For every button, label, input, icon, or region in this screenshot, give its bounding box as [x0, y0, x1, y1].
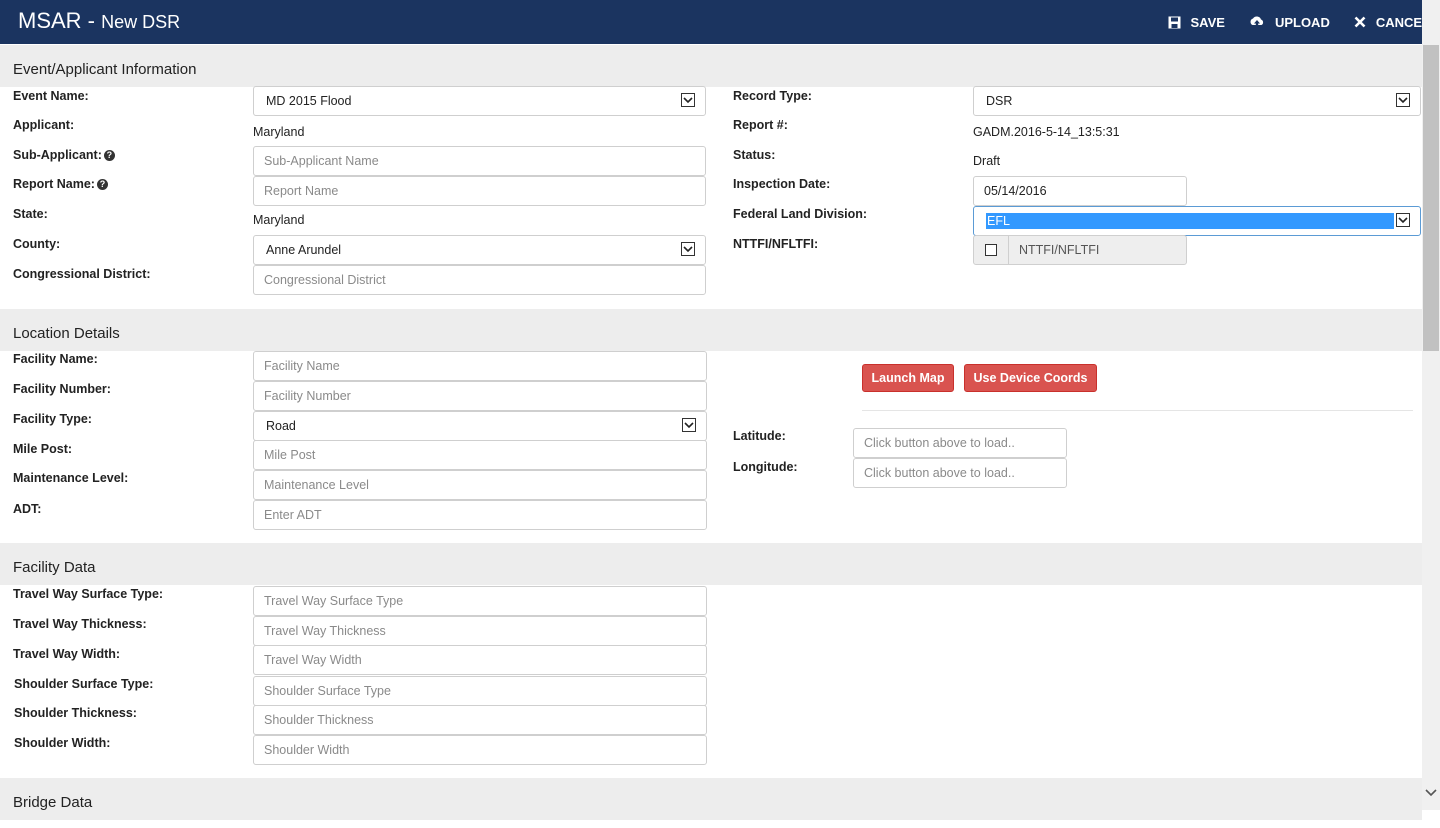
maintenance-level-label: Maintenance Level: — [13, 471, 128, 485]
federal-land-division-select[interactable]: EFL — [973, 206, 1421, 236]
shoulder-width-label: Shoulder Width: — [14, 736, 110, 750]
sub-applicant-label: Sub-Applicant: — [13, 148, 102, 162]
county-label: County: — [13, 237, 60, 251]
report-name-label-wrap: Report Name:? — [13, 177, 108, 191]
mile-post-label: Mile Post: — [13, 442, 72, 456]
save-label: SAVE — [1191, 15, 1225, 30]
record-type-select[interactable]: DSR — [973, 86, 1421, 116]
chevron-down-icon — [681, 242, 695, 256]
facility-name-label: Facility Name: — [13, 352, 98, 366]
federal-land-division-value: EFL — [986, 213, 1394, 229]
coords-divider — [862, 410, 1413, 411]
nttfi-check-label: NTTFI/NFLTFI — [1009, 236, 1099, 264]
longitude-label: Longitude: — [733, 460, 798, 474]
nttfi-checkbox[interactable] — [985, 244, 997, 256]
shoulder-thickness-label: Shoulder Thickness: — [14, 706, 137, 720]
location-section-header: Location Details — [0, 309, 1422, 351]
save-button[interactable]: SAVE — [1168, 15, 1225, 30]
report-number-value: GADM.2016-5-14_13:5:31 — [973, 125, 1120, 139]
upload-icon — [1249, 16, 1265, 29]
state-value: Maryland — [253, 213, 304, 227]
adt-input[interactable] — [253, 500, 707, 530]
facility-section-header: Facility Data — [0, 543, 1422, 585]
help-icon[interactable]: ? — [104, 150, 115, 161]
chevron-down-icon — [681, 93, 695, 107]
header-actions: SAVE UPLOAD CANCEL — [1168, 0, 1440, 44]
travel-way-thickness-input[interactable] — [253, 616, 707, 646]
bridge-section-header: Bridge Data — [0, 778, 1422, 820]
page-scrollbar[interactable] — [1422, 0, 1440, 810]
cancel-button[interactable]: CANCEL — [1354, 15, 1430, 30]
event-name-label: Event Name: — [13, 89, 89, 103]
record-type-value: DSR — [986, 94, 1012, 108]
nttfi-checkbox-wrap — [974, 236, 1009, 264]
use-device-coords-button[interactable]: Use Device Coords — [964, 364, 1097, 392]
help-icon[interactable]: ? — [97, 179, 108, 190]
facility-number-label: Facility Number: — [13, 382, 111, 396]
app-name: MSAR — [18, 8, 82, 33]
latitude-input[interactable] — [853, 428, 1067, 458]
county-value: Anne Arundel — [266, 243, 341, 257]
page-title: New DSR — [101, 12, 180, 32]
upload-label: UPLOAD — [1275, 15, 1330, 30]
congressional-label: Congressional District: — [13, 267, 151, 281]
nttfi-label: NTTFI/NFLTFI: — [733, 237, 818, 251]
travel-way-surface-label: Travel Way Surface Type: — [13, 587, 163, 601]
launch-map-button[interactable]: Launch Map — [862, 364, 954, 392]
report-name-input[interactable] — [253, 176, 706, 206]
upload-button[interactable]: UPLOAD — [1249, 15, 1330, 30]
inspection-date-input[interactable] — [973, 176, 1187, 206]
save-icon — [1168, 16, 1181, 29]
sub-applicant-label-wrap: Sub-Applicant:? — [13, 148, 115, 162]
facility-type-select[interactable]: Road — [253, 411, 707, 441]
sub-applicant-input[interactable] — [253, 146, 706, 176]
county-select[interactable]: Anne Arundel — [253, 235, 706, 265]
scroll-down-icon[interactable] — [1425, 786, 1437, 796]
longitude-input[interactable] — [853, 458, 1067, 488]
shoulder-thickness-input[interactable] — [253, 705, 707, 735]
maintenance-level-input[interactable] — [253, 470, 707, 500]
inspection-date-label: Inspection Date: — [733, 177, 830, 191]
applicant-value: Maryland — [253, 125, 304, 139]
state-label: State: — [13, 207, 48, 221]
mile-post-input[interactable] — [253, 440, 707, 470]
nttfi-checkfield: NTTFI/NFLTFI — [973, 235, 1187, 265]
shoulder-width-input[interactable] — [253, 735, 707, 765]
facility-type-value: Road — [266, 419, 296, 433]
chevron-down-icon — [682, 418, 696, 432]
facility-number-input[interactable] — [253, 381, 707, 411]
latitude-label: Latitude: — [733, 429, 786, 443]
travel-way-width-label: Travel Way Width: — [13, 647, 120, 661]
federal-land-division-label: Federal Land Division: — [733, 207, 867, 221]
close-icon — [1354, 16, 1366, 28]
shoulder-surface-input[interactable] — [253, 676, 707, 706]
facility-type-label: Facility Type: — [13, 412, 92, 426]
event-name-value: MD 2015 Flood — [266, 94, 351, 108]
report-name-label: Report Name: — [13, 177, 95, 191]
travel-way-thickness-label: Travel Way Thickness: — [13, 617, 147, 631]
status-value: Draft — [973, 154, 1000, 168]
chevron-down-icon — [1396, 93, 1410, 107]
record-type-label: Record Type: — [733, 89, 812, 103]
title-separator: - — [82, 8, 102, 33]
adt-label: ADT: — [13, 502, 41, 516]
event-name-select[interactable]: MD 2015 Flood — [253, 86, 706, 116]
status-label: Status: — [733, 148, 775, 162]
travel-way-surface-input[interactable] — [253, 586, 707, 616]
applicant-label: Applicant: — [13, 118, 74, 132]
app-brand: MSAR - New DSR — [18, 8, 180, 34]
report-number-label: Report #: — [733, 118, 788, 132]
travel-way-width-input[interactable] — [253, 645, 707, 675]
shoulder-surface-label: Shoulder Surface Type: — [14, 677, 153, 691]
facility-name-input[interactable] — [253, 351, 707, 381]
event-section-header: Event/Applicant Information — [0, 45, 1422, 87]
top-bar: MSAR - New DSR SAVE UPLOAD CANCEL — [0, 0, 1440, 44]
chevron-down-icon — [1396, 213, 1410, 227]
scrollbar-thumb[interactable] — [1423, 45, 1439, 351]
congressional-input[interactable] — [253, 265, 706, 295]
